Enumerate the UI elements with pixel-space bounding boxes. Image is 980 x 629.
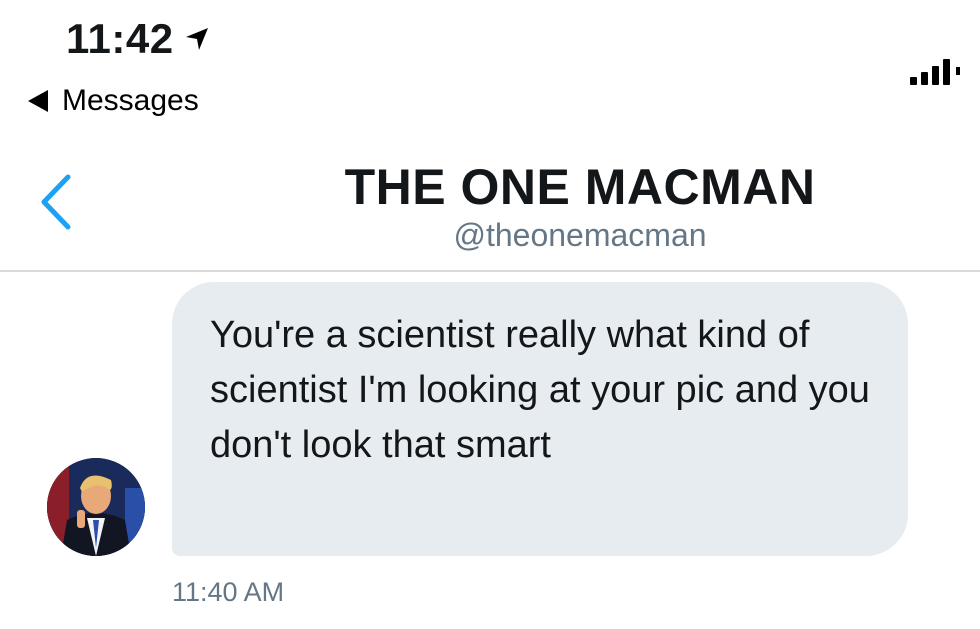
signal-icon: [910, 57, 960, 85]
avatar[interactable]: [47, 458, 145, 556]
back-to-app-label: Messages: [62, 84, 199, 117]
message-text: You're a scientist really what kind of s…: [210, 314, 870, 466]
conversation-handle: @theonemacman: [453, 217, 707, 253]
avatar-image: [47, 458, 145, 556]
back-triangle-icon: [28, 90, 48, 112]
time-text: 11:42: [66, 15, 174, 62]
message-timestamp: 11:40 AM: [172, 577, 285, 607]
message-bubble[interactable]: You're a scientist really what kind of s…: [172, 282, 908, 556]
status-bar-time: 11:42: [66, 18, 210, 60]
back-to-messages-link[interactable]: Messages: [28, 84, 199, 118]
location-arrow-icon: [185, 28, 208, 50]
header-divider: [0, 270, 980, 272]
conversation-title: THE ONE MACMAN: [344, 159, 816, 215]
